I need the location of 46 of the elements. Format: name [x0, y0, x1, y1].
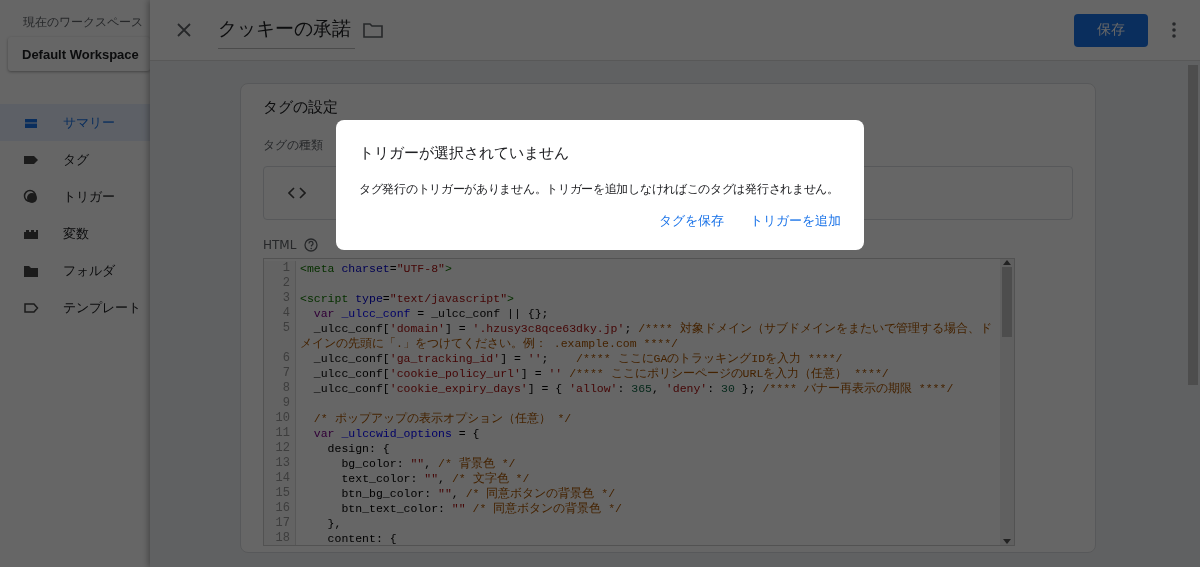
sidebar-item[interactable]: 変数: [0, 215, 150, 252]
help-icon[interactable]: [304, 238, 319, 252]
sidebar-item[interactable]: フォルダ: [0, 252, 150, 289]
dialog-action[interactable]: タグを保存: [659, 213, 724, 230]
sidebar-item-label: トリガー: [63, 187, 115, 206]
code-line: var _ulccwid_options = {: [312, 426, 481, 441]
code-line: /* ポップアップの表示オプション（任意） */: [312, 411, 573, 426]
sidebar-item-label: フォルダ: [63, 261, 115, 280]
sidebar-item-label: 変数: [63, 224, 89, 243]
sidebar-item[interactable]: トリガー: [0, 178, 150, 215]
code-line: var _ulcc_conf = _ulcc_conf || {};: [312, 306, 550, 321]
tag-name-field[interactable]: クッキーの承諾: [218, 11, 355, 49]
code-line: design: {: [326, 441, 391, 456]
code-line: bg_color: "", /* 背景色 */: [340, 456, 517, 471]
sidebar-item[interactable]: タグ: [0, 141, 150, 178]
more-icon[interactable]: [1172, 22, 1176, 38]
code-line: content: {: [326, 531, 398, 545]
code-line: _ulcc_conf['cookie_policy_url'] = '' /**** ここにポリシーページのURLを入力（任意） ****/: [312, 366, 890, 381]
code-line: <meta charset="UTF-8">: [299, 261, 453, 276]
code-line: },: [326, 516, 343, 531]
code-line: _ulcc_conf['cookie_expiry_days'] = { 'allow': 365, 'deny': 30 }; /**** バナー再表示の期限 ****/: [312, 381, 955, 396]
code-icon: [288, 187, 306, 199]
dialog-action[interactable]: トリガーを追加: [750, 213, 841, 230]
card-heading: タグの設定: [263, 98, 339, 117]
circles-icon: [23, 188, 39, 205]
code-line: _ulcc_conf['ga_tracking_id'] = ''; /**** ここにGAのトラッキングIDを入力 ****/: [312, 351, 844, 366]
code-line: text_color: "", /* 文字色 */: [340, 471, 531, 486]
code-line: btn_text_color: "" /* 同意ボタンの背景色 */: [340, 501, 623, 516]
scrollbar[interactable]: [1000, 259, 1014, 545]
code-line: _ulcc_conf['domain'] = '.hzusy3c8qce63dky.jp'; /**** 対象ドメイン（サブドメインをまたいで管理する場合、ドメインの先頭に「.」をつけてください。例： .example.com ****/: [299, 321, 993, 351]
dialog-message: タグ発行のトリガーがありません。トリガーを追加しなければこのタグは発行されません。: [359, 182, 840, 197]
code-editor[interactable]: [263, 258, 1015, 546]
sidebar-item-label: テンプレート: [63, 298, 141, 317]
sidebar-item[interactable]: テンプレート: [0, 289, 150, 326]
workspace-selector[interactable]: Default Workspace: [8, 37, 150, 71]
scroll-up-icon[interactable]: [1003, 259, 1011, 265]
save-button[interactable]: 保存: [1074, 13, 1148, 47]
sidebar-item-label: タグ: [63, 150, 89, 169]
scroll-down-icon[interactable]: [1003, 539, 1011, 545]
field-label: HTML: [263, 238, 297, 252]
sidebar-item-label: サマリー: [63, 113, 115, 132]
code-line: <script type="text/javascript">: [299, 291, 515, 306]
sidebar-item[interactable]: サマリー: [0, 104, 150, 141]
code-line: btn_bg_color: "", /* 同意ボタンの背景色 */: [340, 486, 617, 501]
dialog-title: トリガーが選択されていません: [359, 144, 570, 163]
folder-icon[interactable]: [363, 22, 383, 38]
